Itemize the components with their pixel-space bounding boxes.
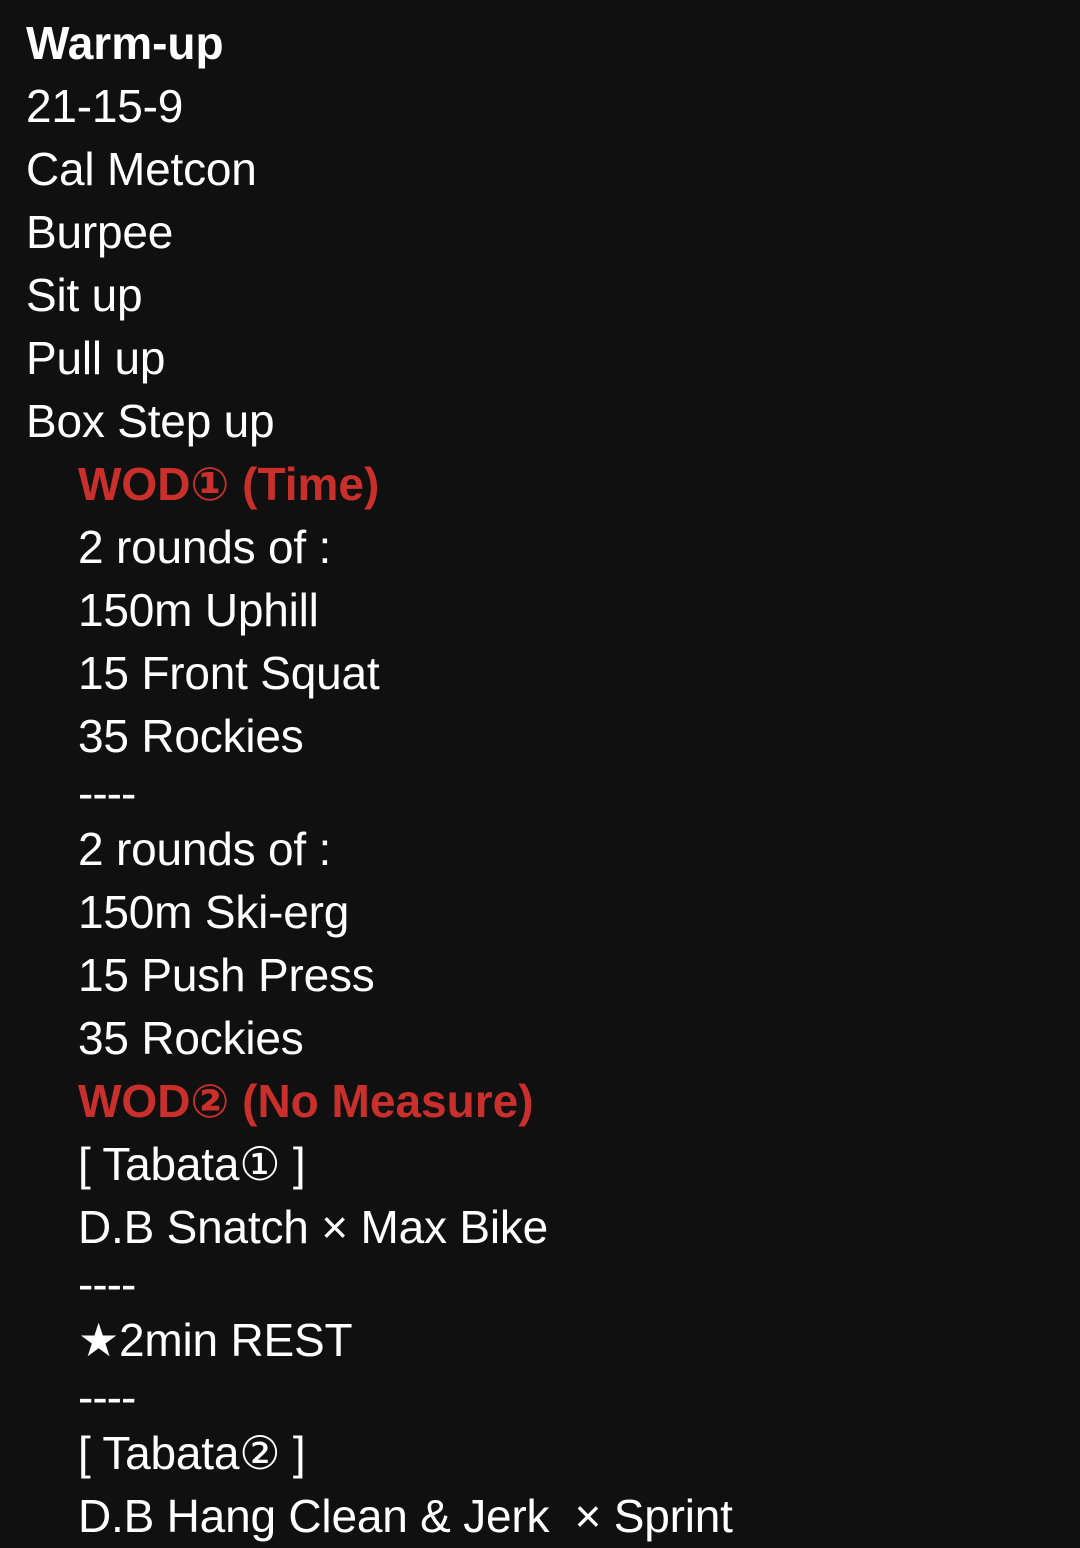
wod2-heading: WOD② (No Measure)	[78, 1075, 534, 1127]
warmup-item: Burpee	[26, 206, 174, 258]
wod1-blockA-line: 150m Uphill	[78, 584, 319, 636]
warmup-item: Box Step up	[26, 395, 275, 447]
section-separator: ----	[78, 767, 136, 819]
wod1-blockA-line: 15 Front Squat	[78, 647, 380, 699]
warmup-item: Pull up	[26, 332, 166, 384]
tabata1-content: D.B Snatch × Max Bike	[78, 1201, 549, 1253]
section-separator: ----	[78, 1258, 136, 1310]
workout-board: Warm-up 21-15-9 Cal Metcon Burpee Sit up…	[0, 0, 1080, 1542]
wod1-blockB-line: 150m Ski-erg	[78, 886, 350, 938]
warmup-item: Sit up	[26, 269, 143, 321]
rest-line: ★2min REST	[78, 1314, 353, 1366]
wod1-blockB-line: 15 Push Press	[78, 949, 375, 1001]
warmup-item: Cal Metcon	[26, 143, 257, 195]
wod1-heading: WOD① (Time)	[78, 458, 380, 510]
tabata2-label: [ Tabata② ]	[78, 1427, 306, 1479]
warmup-item: 21-15-9	[26, 80, 184, 132]
wod1-blockB-line: 2 rounds of :	[78, 823, 332, 875]
wod1-blockA-line: 35 Rockies	[78, 710, 304, 762]
wod1-blockB-line: 35 Rockies	[78, 1012, 304, 1064]
section-separator: ----	[78, 1371, 136, 1423]
warmup-heading: Warm-up	[26, 17, 224, 69]
tabata1-label: [ Tabata① ]	[78, 1138, 306, 1190]
wod1-blockA-line: 2 rounds of :	[78, 521, 332, 573]
tabata2-content: D.B Hang Clean & Jerk × Sprint	[78, 1490, 733, 1542]
